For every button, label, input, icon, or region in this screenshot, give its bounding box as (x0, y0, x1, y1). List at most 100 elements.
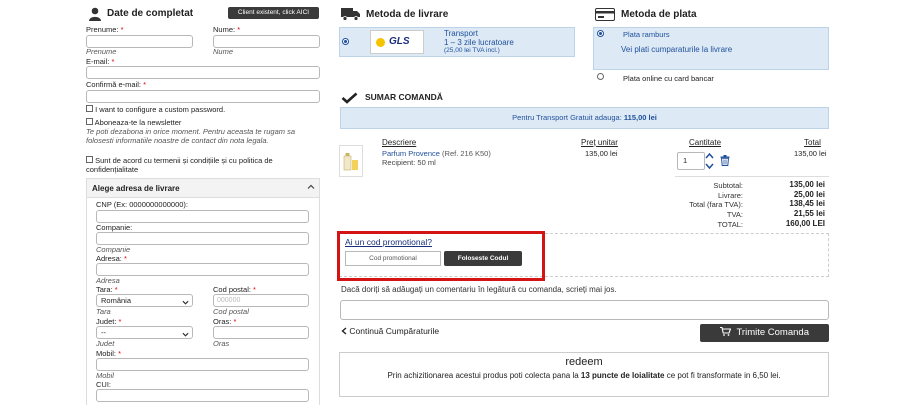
loyalty-text: Prin achizitionarea acestui produs poti … (387, 371, 781, 380)
chevron-down-icon (182, 330, 189, 337)
county-select[interactable]: -- (96, 326, 193, 339)
mobile-label: Mobil: * (96, 349, 122, 358)
newsletter-checkbox[interactable] (86, 118, 93, 125)
product-price: 135,00 lei (585, 149, 618, 158)
shipping-value: 25,00 lei (793, 190, 825, 199)
truck-icon (341, 7, 361, 21)
comment-textarea[interactable] (340, 300, 829, 320)
first-name-hint: Prenume (86, 47, 117, 56)
existing-client-button[interactable]: Client existent, click AICI (228, 7, 319, 19)
product-total: 135,00 lei (794, 149, 827, 158)
submit-order-button[interactable]: Trimite Comanda (700, 324, 829, 342)
payment-radio-cod[interactable] (597, 30, 604, 37)
address-label: Adresa: * (96, 254, 127, 263)
continue-shopping-link[interactable]: Continuă Cumpăraturile (341, 326, 439, 336)
payment-option-cod-desc: Vei plati cumparaturile la livrare (621, 45, 733, 54)
cnp-field[interactable] (96, 210, 309, 223)
total-label: TOTAL: (717, 220, 743, 229)
city-field[interactable] (213, 326, 309, 339)
product-variant: Recipient: 50 ml (382, 158, 436, 167)
card-icon (595, 8, 615, 21)
payment-option-cod-label: Plata ramburs (623, 30, 670, 39)
county-hint: Judet (96, 339, 115, 348)
quantity-field[interactable]: 1 (677, 152, 705, 170)
product-name[interactable]: Parfum Provence (Ref. 216 K50) (382, 149, 491, 158)
summary-title: SUMAR COMANDĂ (365, 92, 443, 102)
postal-hint: Cod postal (213, 307, 249, 316)
subtotal-value: 135,00 lei (789, 180, 825, 189)
promo-question-link[interactable]: Ai un cod promotional? (345, 237, 432, 247)
gls-logo-mark (376, 38, 385, 47)
payment-radio-card[interactable] (597, 73, 604, 80)
address-panel-title: Alege adresa de livrare (92, 184, 180, 193)
city-hint: Oras (213, 339, 230, 348)
apply-promo-button[interactable]: Foloseste Codul (444, 251, 522, 266)
delivery-option-time: 1 – 3 zile lucratoare (444, 38, 514, 47)
city-label: Oras: * (213, 317, 237, 326)
delivery-option-name: Transport (444, 29, 478, 38)
country-hint: Tara (96, 307, 111, 316)
email-label: E-mail: * (86, 57, 115, 66)
county-label: Judet: * (96, 317, 122, 326)
address-hint: Adresa (96, 276, 120, 285)
free-shipping-banner: Pentru Transport Gratuit adauga: 115,00 … (340, 107, 829, 129)
subtotal-label: Subtotal: (713, 181, 743, 190)
chevron-up-icon[interactable] (307, 183, 315, 191)
terms-option[interactable]: Sunt de acord cu termenii și condițiile … (86, 156, 320, 174)
chevron-down-icon (182, 298, 189, 305)
delivery-section-title: Metoda de livrare (366, 9, 449, 20)
product-image[interactable] (339, 145, 363, 177)
postal-field[interactable]: 000000 (213, 294, 309, 307)
country-select[interactable]: România (96, 294, 193, 307)
promo-code-input[interactable]: Cod promotional (345, 251, 441, 266)
cnp-label: CNP (Ex: 0000000000000): (96, 200, 189, 209)
col-header-description: Descriere (382, 138, 417, 147)
user-icon (88, 7, 102, 21)
company-label: Companie: (96, 223, 133, 232)
postal-label: Cod postal: * (213, 285, 256, 294)
quantity-decrease-icon[interactable] (705, 162, 714, 170)
last-name-label: Nume: * (213, 25, 241, 34)
newsletter-option[interactable]: Aboneaza-te la newsletter (86, 118, 181, 127)
country-label: Tara: * (96, 285, 118, 294)
col-header-price: Preț unitar (581, 138, 618, 147)
payment-option-card-label[interactable]: Plata online cu card bancar (623, 74, 714, 83)
checkmark-icon (341, 92, 358, 104)
mobile-field[interactable] (96, 358, 309, 371)
newsletter-note: Te poti dezabona in orice moment. Pentru… (86, 127, 296, 145)
address-field[interactable] (96, 263, 309, 276)
customer-section-title: Date de completat (107, 8, 194, 19)
gls-logo-text: GLS (389, 36, 410, 47)
vat-value: 21,55 lei (793, 209, 825, 218)
last-name-hint: Nume (213, 47, 234, 56)
payment-section-title: Metoda de plata (621, 9, 697, 20)
confirm-email-field[interactable] (86, 90, 320, 103)
delivery-radio[interactable] (342, 38, 349, 45)
confirm-email-label: Confirmă e-mail: * (86, 80, 147, 89)
company-field[interactable] (96, 232, 309, 245)
email-field[interactable] (86, 66, 320, 79)
cui-label: CUI: (96, 380, 111, 389)
delivery-option-price: (25,00 lei TVA incl.) (444, 47, 500, 54)
total-no-vat-value: 138,45 lei (789, 199, 825, 208)
totals-divider (675, 176, 829, 177)
cui-field[interactable] (96, 389, 309, 402)
company-hint: Companie (96, 245, 131, 254)
cart-icon (720, 325, 732, 336)
total-value: 160,00 LEI (785, 219, 825, 228)
gls-logo: GLS (370, 30, 424, 54)
shipping-label: Livrare: (717, 191, 743, 200)
vat-label: TVA: (726, 210, 743, 219)
total-no-vat-label: Total (fara TVA): (689, 200, 743, 209)
quantity-increase-icon[interactable] (705, 152, 714, 160)
col-header-total: Total (804, 138, 821, 147)
custom-password-option[interactable]: I want to configure a custom password. (86, 105, 225, 114)
chevron-left-icon (341, 327, 347, 335)
mobile-hint: Mobil (96, 371, 114, 380)
col-header-quantity: Cantitate (689, 138, 722, 147)
trash-icon[interactable] (720, 155, 730, 166)
custom-password-checkbox[interactable] (86, 105, 93, 112)
terms-checkbox[interactable] (86, 156, 93, 163)
comment-prompt: Dacă doriți să adăugați un comentariu în… (341, 285, 617, 294)
loyalty-title: redeem (565, 356, 603, 368)
